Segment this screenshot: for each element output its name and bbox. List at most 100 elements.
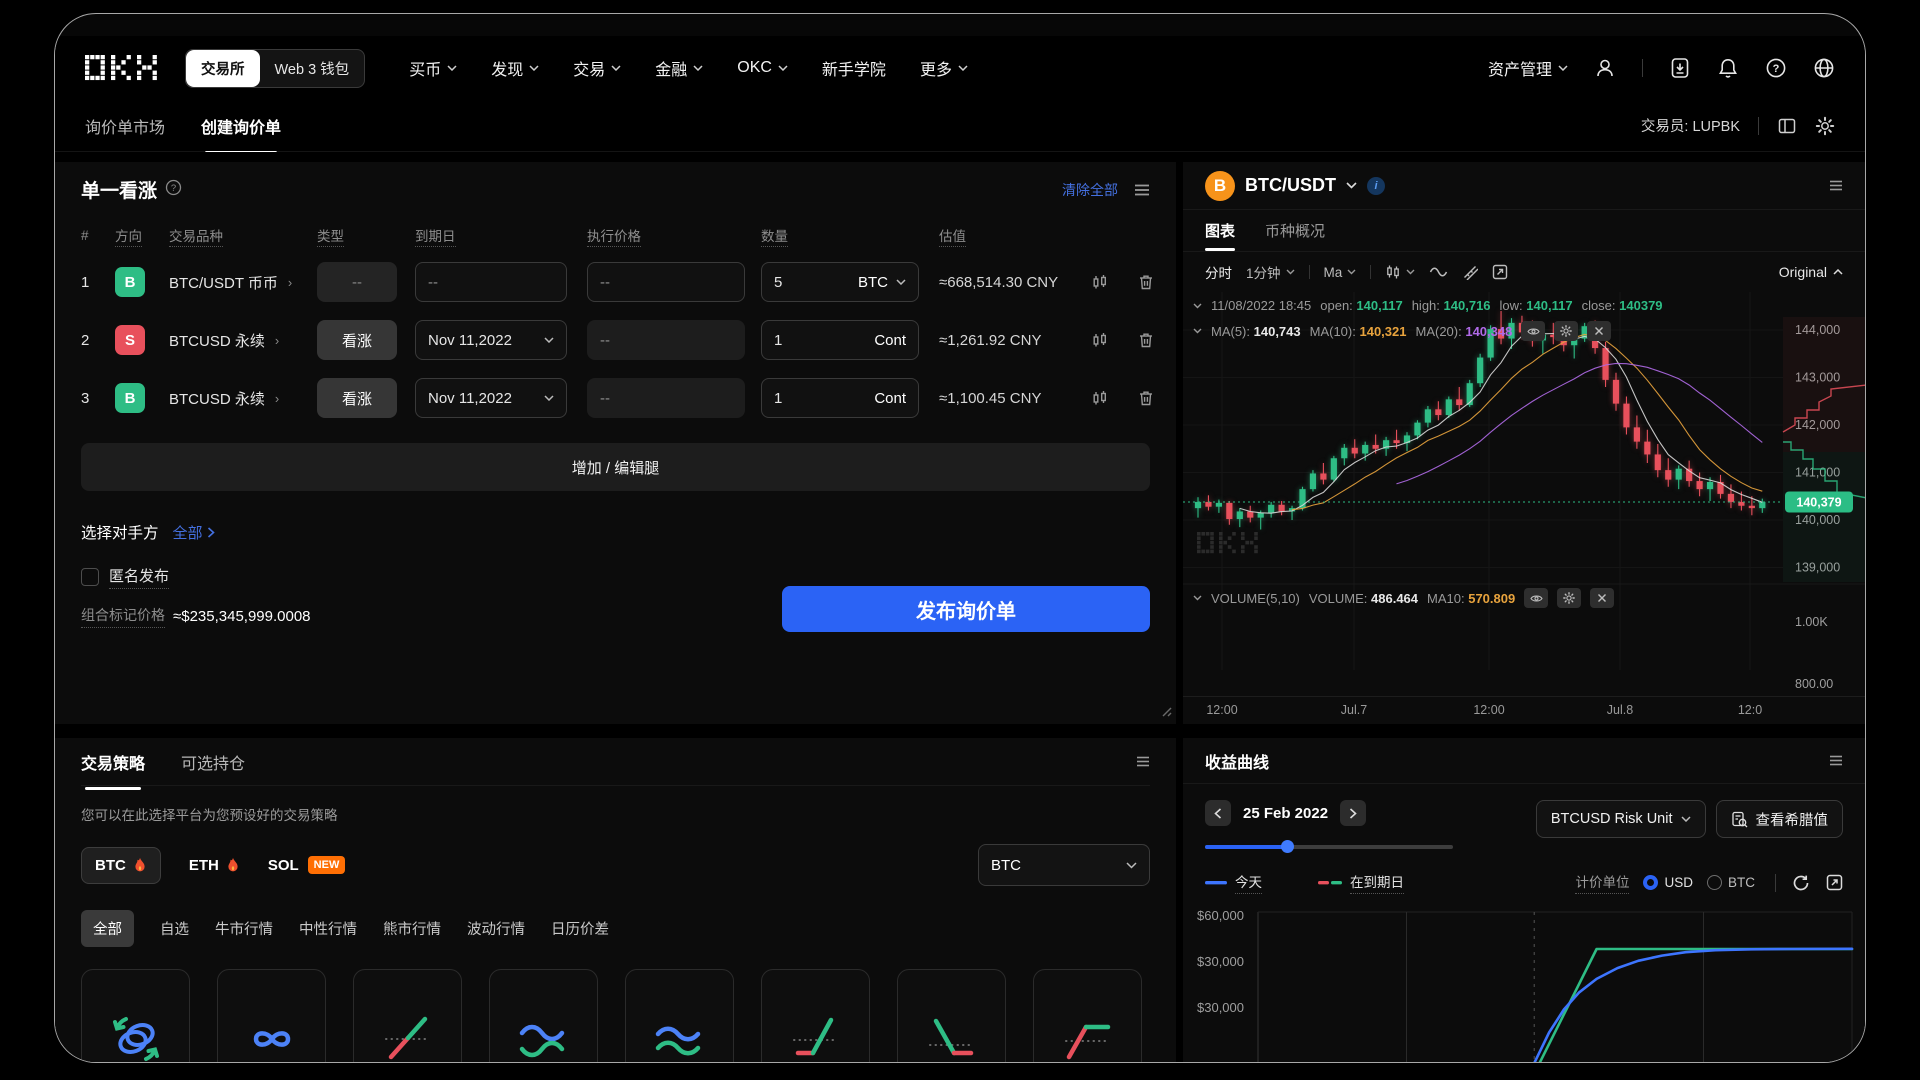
filter-volatile[interactable]: 波动行情 bbox=[467, 918, 525, 939]
refresh-icon[interactable] bbox=[1792, 874, 1810, 892]
panel-menu-icon[interactable] bbox=[1829, 755, 1843, 766]
panel-menu-icon[interactable] bbox=[1136, 756, 1150, 767]
nav-buy-crypto[interactable]: 买币 bbox=[409, 56, 457, 80]
trash-icon[interactable] bbox=[1137, 273, 1155, 291]
instrument-selector[interactable]: BTCUSD 永续› bbox=[169, 388, 317, 409]
nav-trade[interactable]: 交易 bbox=[573, 56, 621, 80]
pair-selector-caret[interactable] bbox=[1346, 182, 1357, 189]
instrument-selector[interactable]: BTC/USDT 币币› bbox=[169, 272, 317, 293]
gear-icon[interactable] bbox=[1557, 588, 1581, 608]
tab-trading-strategies[interactable]: 交易策略 bbox=[81, 734, 145, 790]
gear-icon[interactable] bbox=[1554, 321, 1578, 341]
strike-input[interactable]: -- bbox=[587, 262, 745, 302]
strategy-card-long-call[interactable] bbox=[761, 969, 870, 1063]
download-app-icon[interactable] bbox=[1669, 57, 1691, 79]
filter-bull[interactable]: 牛市行情 bbox=[215, 918, 273, 939]
close-icon[interactable] bbox=[1587, 321, 1611, 341]
clear-all-link[interactable]: 清除全部 bbox=[1062, 180, 1118, 200]
tool-ma[interactable]: Ma bbox=[1324, 265, 1357, 280]
quantity-input[interactable]: 1Cont bbox=[761, 320, 919, 360]
radio-btc[interactable]: BTC bbox=[1707, 875, 1755, 890]
tab-available-positions[interactable]: 可选持仓 bbox=[181, 734, 245, 790]
tab-rfq-market[interactable]: 询价单市场 bbox=[85, 98, 165, 154]
scale-mode[interactable]: Original bbox=[1779, 264, 1843, 280]
close-icon[interactable] bbox=[1590, 588, 1614, 608]
date-prev-button[interactable] bbox=[1205, 800, 1231, 826]
coin-chip-sol[interactable]: SOL NEW bbox=[268, 856, 346, 874]
coin-chip-eth[interactable]: ETH bbox=[189, 857, 240, 874]
coin-chip-btc[interactable]: BTC bbox=[81, 847, 161, 884]
counterparty-all-link[interactable]: 全部 bbox=[173, 522, 215, 543]
type-button[interactable]: 看涨 bbox=[317, 378, 397, 418]
toggle-web3-wallet[interactable]: Web 3 钱包 bbox=[260, 50, 365, 87]
expiry-select[interactable]: Nov 11,2022 bbox=[415, 320, 567, 360]
info-icon[interactable]: i bbox=[1367, 177, 1385, 195]
radio-usd[interactable]: USD bbox=[1643, 875, 1693, 890]
nav-okc[interactable]: OKC bbox=[737, 59, 788, 77]
risk-unit-select[interactable]: BTCUSD Risk Unit bbox=[1536, 800, 1706, 838]
eye-icon[interactable] bbox=[1521, 321, 1545, 341]
date-slider[interactable] bbox=[1205, 840, 1453, 853]
candle-chart-icon[interactable] bbox=[1091, 273, 1109, 291]
date-next-button[interactable] bbox=[1340, 800, 1366, 826]
profile-icon[interactable] bbox=[1594, 57, 1616, 79]
layout-icon[interactable] bbox=[1777, 116, 1797, 136]
legend-at-expiry[interactable]: 在到期日 bbox=[1318, 871, 1404, 894]
nav-discover[interactable]: 发现 bbox=[491, 56, 539, 80]
filter-all[interactable]: 全部 bbox=[81, 910, 134, 947]
view-greeks-button[interactable]: 查看希腊值 bbox=[1716, 800, 1844, 838]
chevron-down-icon[interactable] bbox=[1193, 595, 1202, 601]
strategy-card-rise-diagonal[interactable] bbox=[353, 969, 462, 1063]
strategy-card-long-put[interactable] bbox=[897, 969, 1006, 1063]
tool-line-overlay[interactable] bbox=[1429, 266, 1448, 278]
chevron-down-icon[interactable] bbox=[1193, 328, 1202, 334]
quantity-input[interactable]: 5BTC bbox=[761, 262, 919, 302]
tool-interval[interactable]: 1分钟 bbox=[1246, 262, 1295, 282]
notifications-bell-icon[interactable] bbox=[1717, 57, 1739, 79]
strategy-card-dual-wave[interactable] bbox=[489, 969, 598, 1063]
time-axis[interactable]: 12:00Jul.712:00Jul.812:0 bbox=[1183, 696, 1865, 722]
add-edit-leg-button[interactable]: 增加 / 编辑腿 bbox=[81, 443, 1150, 491]
coin-select[interactable]: BTC bbox=[978, 844, 1150, 886]
slider-knob[interactable] bbox=[1281, 840, 1294, 853]
expand-icon[interactable] bbox=[1826, 874, 1843, 891]
type-button[interactable]: 看涨 bbox=[317, 320, 397, 360]
instrument-selector[interactable]: BTCUSD 永续› bbox=[169, 330, 317, 351]
help-circle-icon[interactable]: ? bbox=[165, 179, 182, 201]
tool-draw[interactable] bbox=[1462, 264, 1478, 280]
nav-academy[interactable]: 新手学院 bbox=[822, 56, 886, 80]
candlestick-chart[interactable]: 144,000143,000142,000141,000140,000139,0… bbox=[1183, 292, 1865, 696]
trash-icon[interactable] bbox=[1137, 331, 1155, 349]
filter-bear[interactable]: 熊市行情 bbox=[383, 918, 441, 939]
filter-calendar-spread[interactable]: 日历价差 bbox=[551, 918, 609, 939]
panel-menu-icon[interactable] bbox=[1829, 180, 1843, 191]
tab-chart[interactable]: 图表 bbox=[1205, 210, 1235, 251]
strategy-card-loop[interactable] bbox=[81, 969, 190, 1063]
expiry-select[interactable]: Nov 11,2022 bbox=[415, 378, 567, 418]
help-icon[interactable]: ? bbox=[1765, 57, 1787, 79]
tool-fullscreen[interactable] bbox=[1492, 264, 1508, 280]
publish-rfq-button[interactable]: 发布询价单 bbox=[782, 586, 1150, 632]
nav-more[interactable]: 更多 bbox=[920, 56, 968, 80]
filter-favorites[interactable]: 自选 bbox=[160, 918, 189, 939]
strategy-card-infinity[interactable] bbox=[217, 969, 326, 1063]
legend-today[interactable]: 今天 bbox=[1205, 871, 1262, 894]
candle-chart-icon[interactable] bbox=[1091, 331, 1109, 349]
chevron-down-icon[interactable] bbox=[1193, 303, 1202, 309]
tool-time-mode[interactable]: 分时 bbox=[1205, 262, 1232, 282]
tab-coin-overview[interactable]: 币种概况 bbox=[1265, 210, 1325, 251]
settings-gear-icon[interactable] bbox=[1815, 116, 1835, 136]
quantity-input[interactable]: 1Cont bbox=[761, 378, 919, 418]
assets-menu[interactable]: 资产管理 bbox=[1488, 56, 1568, 80]
candle-chart-icon[interactable] bbox=[1091, 389, 1109, 407]
strategy-card-double-wave[interactable] bbox=[625, 969, 734, 1063]
language-globe-icon[interactable] bbox=[1813, 57, 1835, 79]
payoff-chart[interactable]: $60,000$30,000$30,000 bbox=[1183, 906, 1865, 1063]
filter-neutral[interactable]: 中性行情 bbox=[299, 918, 357, 939]
tab-create-rfq[interactable]: 创建询价单 bbox=[201, 98, 281, 154]
expiry-input[interactable]: -- bbox=[415, 262, 567, 302]
anonymous-checkbox[interactable] bbox=[81, 568, 99, 586]
toggle-exchange[interactable]: 交易所 bbox=[186, 50, 260, 87]
panel-menu-icon[interactable] bbox=[1134, 184, 1150, 196]
eye-icon[interactable] bbox=[1524, 588, 1548, 608]
